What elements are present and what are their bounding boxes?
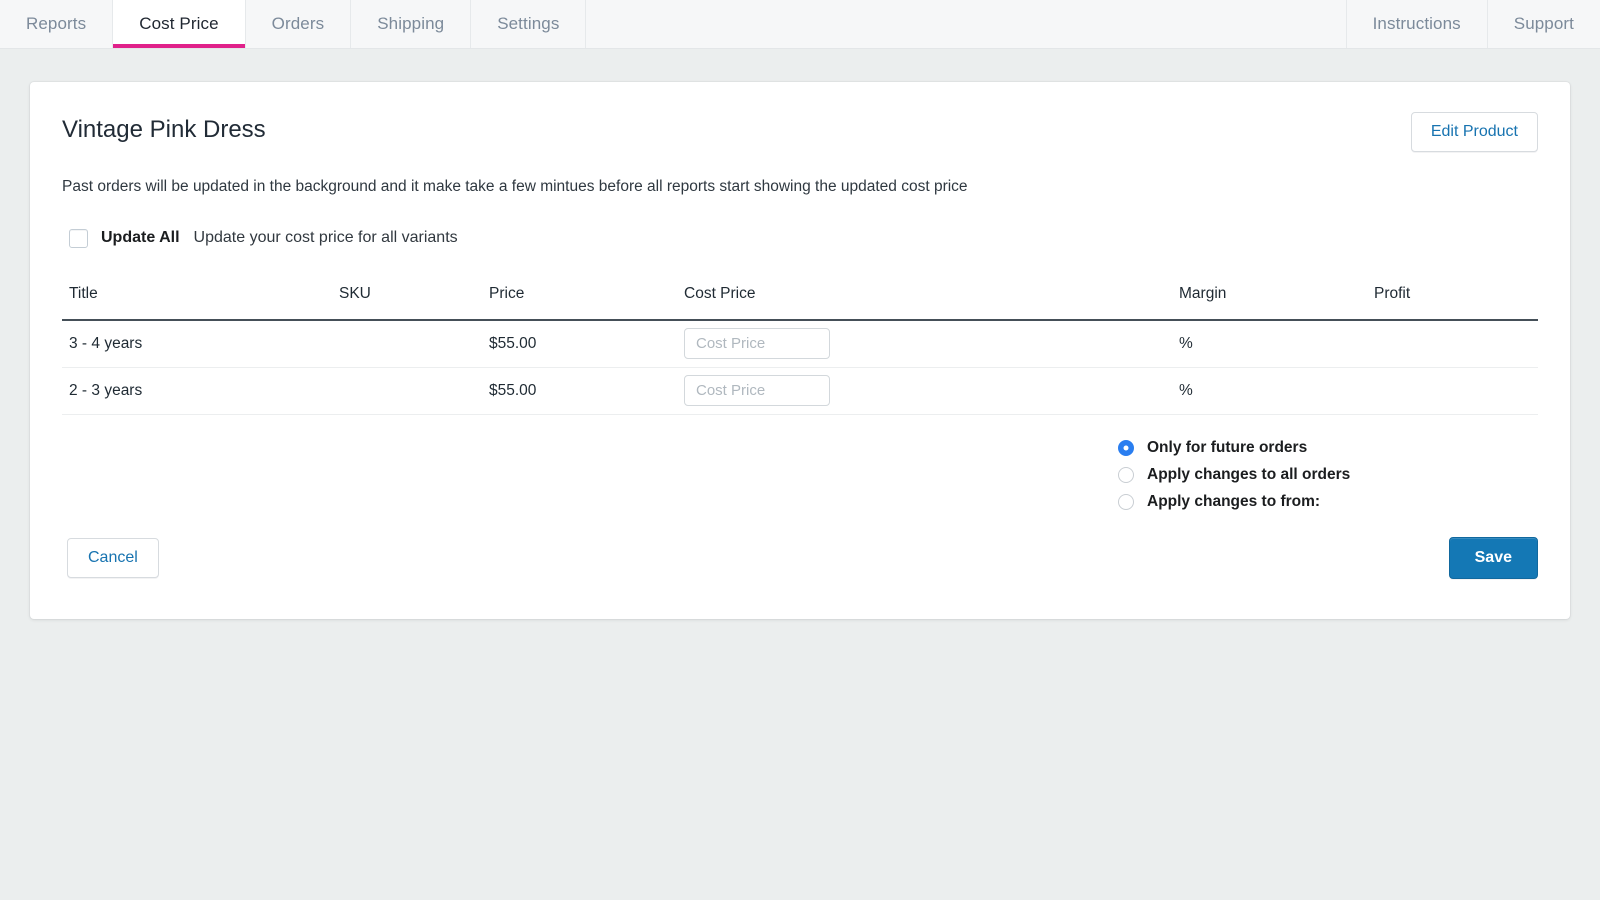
tab-label: Support: [1513, 14, 1574, 33]
tab-instructions[interactable]: Instructions: [1345, 0, 1487, 48]
column-header-sku: SKU: [339, 284, 489, 321]
cancel-button[interactable]: Cancel: [67, 537, 159, 578]
apply-option-label: Only for future orders: [1147, 438, 1308, 456]
cell-variant-price: $55.00: [489, 319, 684, 368]
cost-price-input[interactable]: [684, 375, 830, 407]
radio-button-icon[interactable]: [1118, 439, 1134, 456]
card-description: Past orders will be updated in the backg…: [62, 178, 968, 195]
cell-variant-sku: [339, 367, 489, 415]
update-all-label: Update All: [101, 229, 180, 247]
apply-option-all-orders[interactable]: Apply changes to all orders: [1118, 466, 1538, 484]
save-button[interactable]: Save: [1448, 536, 1538, 579]
apply-option-future-orders[interactable]: Only for future orders: [1118, 439, 1538, 457]
tab-support[interactable]: Support: [1486, 0, 1600, 48]
column-header-profit: Profit: [1374, 284, 1538, 321]
cell-variant-margin: %: [1179, 367, 1374, 415]
tab-cost-price[interactable]: Cost Price: [113, 0, 246, 48]
page-title: Vintage Pink Dress: [62, 116, 266, 143]
tab-label: Instructions: [1372, 14, 1461, 33]
update-all-row: Update All Update your cost price for al…: [62, 228, 1538, 248]
edit-product-button[interactable]: Edit Product: [1410, 112, 1538, 152]
cost-price-card: Vintage Pink Dress Edit Product Past ord…: [30, 82, 1570, 619]
variants-table: Title SKU Price Cost Price Margin Profit…: [62, 284, 1538, 415]
cost-price-input[interactable]: [684, 328, 830, 360]
top-navigation-bar: Reports Cost Price Orders Shipping Setti…: [0, 0, 1600, 49]
update-all-description: Update your cost price for all variants: [193, 229, 458, 247]
cell-variant-title: 3 - 4 years: [62, 319, 339, 368]
tab-label: Cost Price: [139, 14, 219, 33]
column-header-title: Title: [62, 284, 339, 321]
column-header-cost-price: Cost Price: [684, 284, 1179, 321]
apply-option-label: Apply changes to all orders: [1147, 465, 1351, 483]
table-header-row: Title SKU Price Cost Price Margin Profit: [62, 284, 1538, 321]
primary-tab-group: Reports Cost Price Orders Shipping Setti…: [0, 0, 587, 48]
tab-label: Reports: [26, 14, 87, 33]
tab-orders[interactable]: Orders: [246, 0, 352, 48]
cell-variant-profit: [1374, 367, 1538, 415]
radio-button-icon[interactable]: [1118, 493, 1134, 510]
card-footer: Cancel Save: [62, 536, 1538, 579]
tab-label: Orders: [271, 14, 325, 33]
variants-table-body: 3 - 4 years $55.00 % 2 - 3 years $55.00: [62, 319, 1538, 415]
cell-variant-margin: %: [1179, 319, 1374, 368]
cell-variant-title: 2 - 3 years: [62, 367, 339, 415]
radio-button-icon[interactable]: [1118, 466, 1134, 483]
cell-variant-sku: [339, 319, 489, 368]
table-row: 3 - 4 years $55.00 %: [62, 319, 1538, 368]
cell-variant-profit: [1374, 319, 1538, 368]
tab-shipping[interactable]: Shipping: [351, 0, 472, 48]
cell-variant-cost-price: [684, 319, 1179, 368]
secondary-tab-group: Instructions Support: [1345, 0, 1600, 48]
apply-option-label: Apply changes to from:: [1147, 492, 1321, 510]
page-body: Vintage Pink Dress Edit Product Past ord…: [0, 49, 1600, 619]
cell-variant-price: $55.00: [489, 367, 684, 415]
apply-options-group: Only for future orders Apply changes to …: [63, 439, 1538, 511]
column-header-margin: Margin: [1179, 284, 1374, 321]
tab-settings[interactable]: Settings: [471, 0, 587, 48]
tab-reports[interactable]: Reports: [0, 0, 114, 48]
tab-label: Shipping: [377, 14, 445, 33]
cell-variant-cost-price: [684, 367, 1179, 415]
variants-table-header: Title SKU Price Cost Price Margin Profit: [62, 284, 1538, 321]
column-header-price: Price: [489, 284, 684, 321]
card-header: Vintage Pink Dress Edit Product: [62, 112, 1538, 152]
apply-option-from-date[interactable]: Apply changes to from:: [1118, 493, 1538, 511]
table-row: 2 - 3 years $55.00 %: [62, 367, 1538, 415]
tab-label: Settings: [497, 14, 560, 33]
update-all-checkbox[interactable]: [69, 228, 88, 248]
